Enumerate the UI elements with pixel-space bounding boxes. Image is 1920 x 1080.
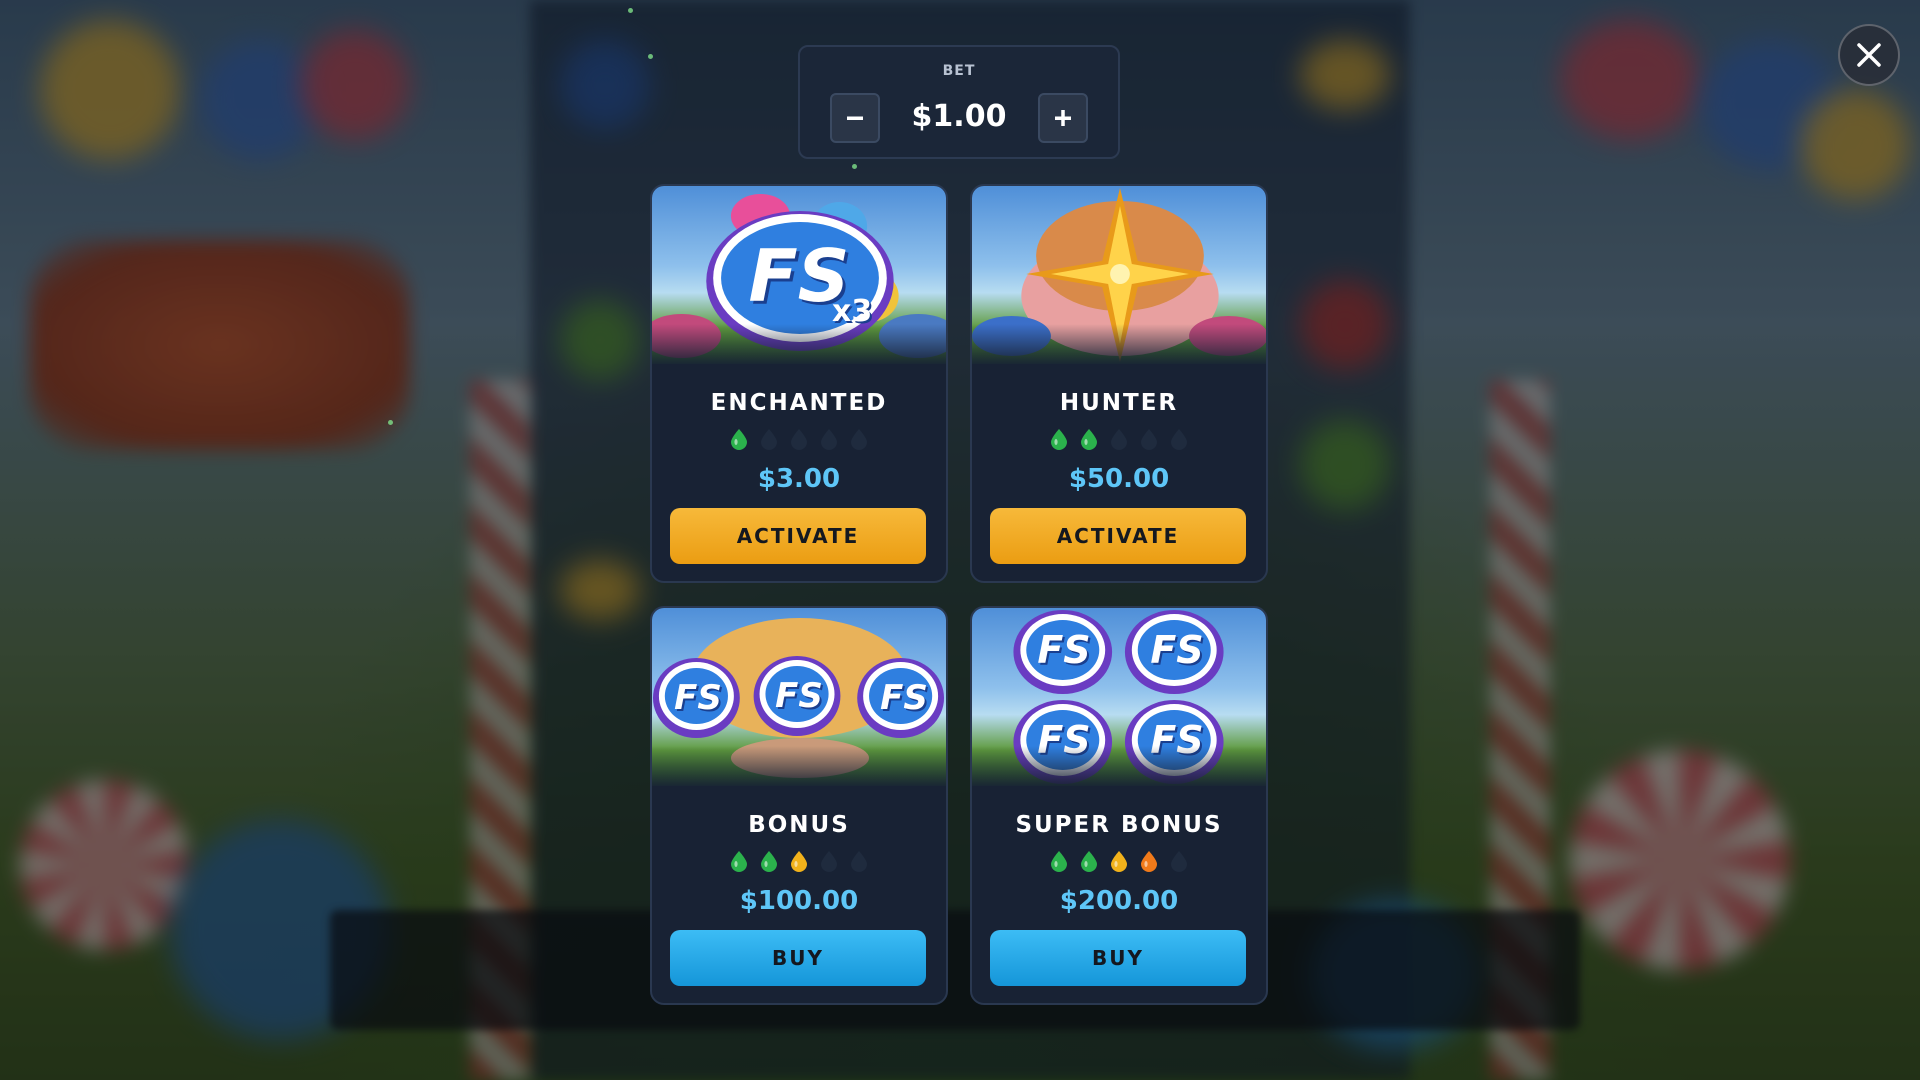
- empty-drop-icon: [1111, 429, 1127, 450]
- volatility-indicator: [972, 850, 1266, 872]
- fs-badge-text: FS: [748, 234, 850, 318]
- enchanted-art: FS x3: [652, 186, 946, 364]
- empty-drop-icon: [1141, 429, 1157, 450]
- fs-badge-text: FS: [775, 676, 823, 716]
- sparkle: [628, 8, 633, 13]
- close-button[interactable]: [1838, 24, 1900, 86]
- card-title: ENCHANTED: [710, 390, 888, 416]
- fs-badge-text: FS: [1037, 628, 1091, 672]
- green-drop-icon: [1081, 429, 1097, 450]
- green-drop-icon: [1051, 429, 1067, 450]
- bet-panel: BET $1.00: [798, 45, 1120, 159]
- yellow-drop-icon: [791, 851, 807, 872]
- card-title: SUPER BONUS: [1015, 812, 1223, 838]
- super-bonus-art: FS FS FS FS: [972, 608, 1266, 786]
- volatility-indicator: [652, 850, 946, 872]
- green-drop-icon: [1081, 851, 1097, 872]
- empty-drop-icon: [1171, 429, 1187, 450]
- yellow-drop-icon: [1111, 851, 1127, 872]
- empty-drop-icon: [851, 851, 867, 872]
- multiplier-text: x3: [832, 294, 873, 329]
- card-title: BONUS: [748, 812, 850, 838]
- sparkle: [852, 164, 857, 169]
- buy-button[interactable]: BUY: [990, 930, 1246, 986]
- bet-label: BET: [942, 63, 976, 79]
- volatility-indicator: [972, 428, 1266, 450]
- card-title: HUNTER: [1059, 390, 1179, 416]
- feature-card-hunter: HUNTER $50.00 ACTIVATE: [970, 184, 1268, 583]
- buy-button[interactable]: BUY: [670, 930, 926, 986]
- green-drop-icon: [731, 851, 747, 872]
- empty-drop-icon: [791, 429, 807, 450]
- fs-badge-text: FS: [1150, 718, 1204, 762]
- plus-icon: [1055, 110, 1071, 126]
- empty-drop-icon: [1171, 851, 1187, 872]
- close-icon: [1857, 43, 1881, 67]
- increase-bet-button[interactable]: [1038, 93, 1088, 143]
- green-drop-icon: [761, 851, 777, 872]
- green-drop-icon: [1051, 851, 1067, 872]
- card-price: $50.00: [1068, 464, 1170, 494]
- feature-card-bonus: FS FS FS BONUS $100.00 BUY: [650, 606, 948, 1005]
- activate-button[interactable]: ACTIVATE: [990, 508, 1246, 564]
- bonus-art: FS FS FS: [652, 608, 946, 786]
- fs-badge-text: FS: [1150, 628, 1204, 672]
- fs-badge-text: FS: [674, 678, 722, 718]
- empty-drop-icon: [851, 429, 867, 450]
- volatility-indicator: [652, 428, 946, 450]
- feature-card-super-bonus: FS FS FS FS SUPER BONUS $200.00 BUY: [970, 606, 1268, 1005]
- star-icon: [972, 188, 1266, 362]
- card-price: $200.00: [1059, 886, 1179, 916]
- modal-overlay: [0, 0, 1920, 1080]
- empty-drop-icon: [821, 429, 837, 450]
- hunter-art: [972, 186, 1266, 364]
- sparkle: [388, 420, 393, 425]
- empty-drop-icon: [821, 851, 837, 872]
- activate-button[interactable]: ACTIVATE: [670, 508, 926, 564]
- empty-drop-icon: [761, 429, 777, 450]
- fs-badge-text: FS: [880, 678, 928, 718]
- fs-badge-text: FS: [1037, 718, 1091, 762]
- sparkle: [648, 54, 653, 59]
- fs-badges-icon: [1013, 610, 1224, 784]
- card-price: $3.00: [757, 464, 841, 494]
- green-drop-icon: [731, 429, 747, 450]
- feature-card-enchanted: FS x3 ENCHANTED $3.00 ACTIVATE: [650, 184, 948, 583]
- orange-drop-icon: [1141, 851, 1157, 872]
- card-price: $100.00: [739, 886, 859, 916]
